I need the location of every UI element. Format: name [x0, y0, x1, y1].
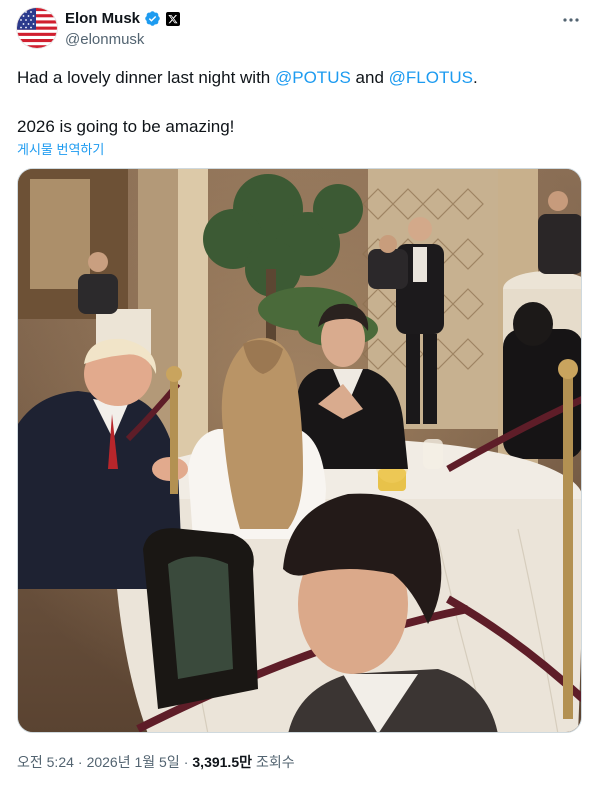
- author-name-row: Elon Musk: [65, 10, 181, 27]
- post-photo[interactable]: [17, 168, 582, 733]
- post-text-suffix: .: [472, 68, 478, 87]
- post-date[interactable]: 2026년 1월 5일: [87, 752, 180, 772]
- post-text-line-1: Had a lovely dinner last night with @POT…: [17, 66, 583, 89]
- meta-separator: ·: [77, 754, 83, 770]
- post-text-and: and: [350, 68, 389, 87]
- dinner-photo: [18, 169, 581, 732]
- post-metadata: 오전 5:24 · 2026년 1월 5일 · 3,391.5만 조회수: [17, 752, 295, 772]
- verified-badge-icon[interactable]: [144, 10, 161, 27]
- post-text-line-2: 2026 is going to be amazing!: [17, 117, 235, 136]
- author-handle[interactable]: @elonmusk: [65, 31, 144, 48]
- post-text: Had a lovely dinner last night with @POT…: [17, 66, 583, 138]
- mention-flotus-link[interactable]: @FLOTUS: [389, 68, 473, 87]
- views-count[interactable]: 3,391.5만: [192, 752, 252, 772]
- author-display-name[interactable]: Elon Musk: [65, 10, 140, 27]
- more-horizontal-icon: [563, 18, 579, 22]
- post-text-prefix: Had a lovely dinner last night with: [17, 68, 275, 87]
- views-label: 조회수: [255, 754, 295, 770]
- avatar[interactable]: [17, 8, 57, 48]
- translate-post-link[interactable]: 게시물 번역하기: [17, 139, 104, 158]
- post-header: Elon Musk @elonmusk: [17, 8, 583, 50]
- post-time[interactable]: 오전 5:24: [17, 752, 74, 772]
- x-logo-icon: [166, 11, 181, 26]
- more-options-button[interactable]: [559, 10, 583, 30]
- us-flag-icon: [17, 8, 57, 48]
- meta-separator: ·: [183, 754, 189, 770]
- mention-potus-link[interactable]: @POTUS: [275, 68, 351, 87]
